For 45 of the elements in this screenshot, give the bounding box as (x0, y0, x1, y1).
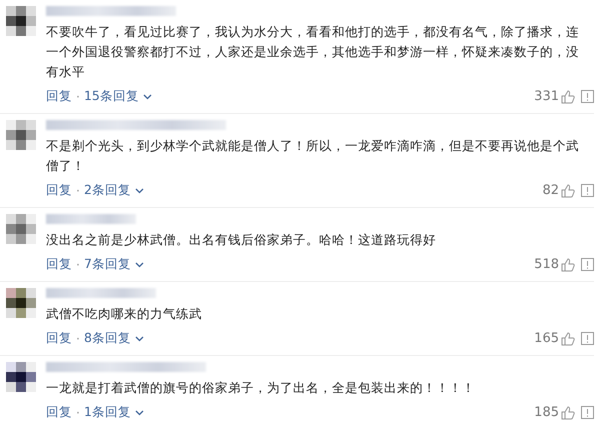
like-button[interactable]: 165 (534, 331, 575, 346)
report-icon[interactable] (581, 90, 594, 103)
thumbs-up-icon (561, 258, 575, 272)
thumbs-up-icon (561, 184, 575, 198)
reply-link[interactable]: 回复 (46, 88, 72, 105)
reply-link[interactable]: 回复 (46, 256, 72, 273)
chevron-down-icon[interactable] (134, 188, 144, 194)
avatar-placeholder (6, 120, 36, 150)
report-icon[interactable] (581, 406, 594, 419)
comment-text: 不是剃个光头，到少林学个武就能是僧人了！所以，一龙爱咋滴咋滴，但是不要再说他是个武僧了！ (46, 137, 580, 175)
replies-link[interactable]: 15条回复 (84, 88, 139, 105)
chevron-down-icon[interactable] (134, 262, 144, 268)
chevron-down-icon[interactable] (134, 410, 144, 416)
comment-text: 没出名之前是少林武僧。出名有钱后俗家弟子。哈哈！这道路玩得好 (46, 231, 437, 249)
like-button[interactable]: 331 (534, 89, 575, 104)
like-button[interactable]: 185 (534, 405, 575, 420)
chevron-down-icon[interactable] (134, 336, 144, 342)
reply-link[interactable]: 回复 (46, 182, 72, 199)
separator-dot: · (76, 405, 80, 420)
comment-text: 一龙就是打着武僧的旗号的俗家弟子，为了出名，全是包装出来的！！！！ (46, 379, 476, 397)
thumbs-up-icon (561, 332, 575, 346)
comment-text: 不要吹牛了，看见过比赛了，我认为水分大，看看和他打的选手，都没有名气，除了播求，连一个外国退役警察都打不过，人家还是业余选手，其他选手和梦游一样，怀疑来凑数子的，没有水平 (46, 23, 580, 81)
comment-text: 武僧不吃肉哪来的力气练武 (46, 305, 203, 323)
replies-link[interactable]: 7条回复 (84, 256, 131, 273)
separator-dot: · (76, 331, 80, 346)
like-button[interactable]: 518 (534, 257, 575, 272)
thumbs-up-icon (561, 406, 575, 420)
report-icon[interactable] (581, 184, 594, 197)
chevron-down-icon[interactable] (142, 94, 152, 100)
avatar-placeholder (6, 6, 36, 36)
reply-link[interactable]: 回复 (46, 404, 72, 421)
reply-link[interactable]: 回复 (46, 330, 72, 347)
separator-dot: · (76, 89, 80, 104)
avatar-placeholder (6, 362, 36, 392)
avatar-placeholder (6, 288, 36, 318)
replies-link[interactable]: 1条回复 (84, 404, 131, 421)
report-icon[interactable] (581, 258, 594, 271)
separator-dot: · (76, 183, 80, 198)
like-button[interactable]: 82 (542, 183, 575, 198)
thumbs-up-icon (561, 90, 575, 104)
replies-link[interactable]: 2条回复 (84, 182, 131, 199)
avatar-placeholder (6, 214, 36, 244)
replies-link[interactable]: 8条回复 (84, 330, 131, 347)
report-icon[interactable] (581, 332, 594, 345)
separator-dot: · (76, 257, 80, 272)
